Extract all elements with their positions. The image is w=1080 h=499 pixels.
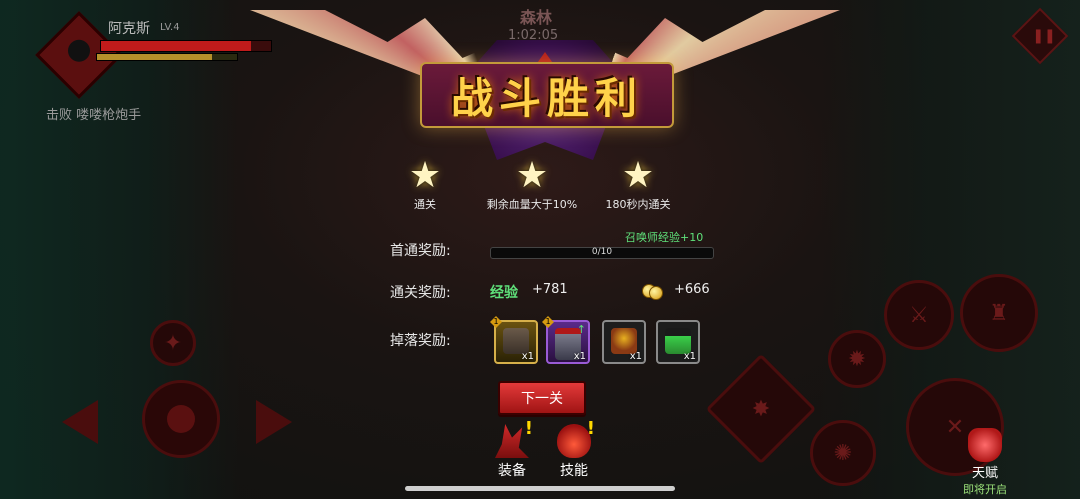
alert-icon: ! — [586, 418, 595, 439]
drop-item-coin-pot[interactable]: x1 — [602, 320, 646, 364]
skill-button-2[interactable]: ♜ — [960, 274, 1038, 352]
joystick-knob[interactable] — [142, 380, 220, 458]
avatar-face-icon — [68, 39, 90, 62]
equipment-button[interactable]: ! 装备 — [482, 418, 542, 480]
energy-bar — [96, 53, 238, 61]
item-level-badge: 1 — [490, 316, 502, 328]
skill-button-6[interactable]: ✹ — [828, 330, 886, 388]
player-name: 阿克斯 — [108, 21, 150, 37]
item-skill-icon: ✦ — [163, 330, 183, 356]
hp-bar — [100, 40, 272, 52]
star-conditions: ★ 通关 ★ 剩余血量大于10% ★ 180秒内通关 — [400, 156, 700, 212]
exp-label: 经验 — [490, 285, 518, 301]
item-skill-button[interactable]: ✦ — [150, 320, 196, 366]
drop-item-potion[interactable]: x1 — [656, 320, 700, 364]
talent-button[interactable]: 天赋 即将开启 — [950, 428, 1020, 497]
item-quantity: x1 — [683, 351, 696, 362]
item-quantity: x1 — [629, 351, 642, 362]
spin-skill-icon: ✺ — [833, 440, 853, 466]
next-level-button[interactable]: 下一关 — [498, 381, 586, 415]
clear-reward-label: 通关奖励: — [390, 285, 451, 301]
first-clear-progress-text: 0/10 — [591, 247, 613, 257]
energy-bar-fill — [97, 54, 212, 60]
item-quantity: x1 — [521, 351, 534, 362]
drop-reward-label: 掉落奖励: — [390, 333, 451, 349]
upgrade-arrow-icon: ↑ — [576, 323, 586, 336]
star-condition-label: 180秒内通关 — [605, 198, 671, 211]
victory-banner: 战斗胜利 — [420, 62, 674, 128]
gold-coin-icon — [642, 282, 663, 300]
skills-icon: ! — [557, 418, 595, 458]
player-level: LV.4 — [160, 22, 180, 33]
talent-icon — [968, 428, 1002, 462]
gold-value: +666 — [674, 282, 710, 297]
star-icon: ★ — [621, 155, 655, 196]
move-right-icon[interactable] — [256, 400, 292, 444]
drop-item-helmet[interactable]: 1 ↑ x1 — [542, 316, 590, 364]
rage-skill-icon: ✸ — [751, 396, 771, 422]
star-condition: ★ 180秒内通关 — [568, 156, 708, 212]
slash-skill-icon: ⚔ — [909, 302, 929, 328]
victory-title: 战斗胜利 — [450, 73, 643, 123]
item-quantity: x1 — [573, 351, 586, 362]
skills-label: 技能 — [560, 463, 588, 479]
talent-label: 天赋 — [971, 466, 998, 481]
skills-button[interactable]: ! 技能 — [544, 418, 604, 480]
equipment-label: 装备 — [498, 463, 526, 479]
first-clear-progress: 0/10 — [490, 247, 714, 259]
drop-item-armor[interactable]: 1 x1 — [490, 316, 538, 364]
alert-icon: ! — [524, 418, 533, 439]
exp-value: +781 — [532, 282, 568, 297]
skill-button-1[interactable]: ⚔ — [884, 280, 954, 350]
defeat-message: 击败 喽喽枪炮手 — [46, 108, 142, 123]
results-panel: ★ 通关 ★ 剩余血量大于10% ★ 180秒内通关 首通奖励: 召唤师经验+1… — [360, 150, 720, 370]
home-indicator[interactable] — [405, 486, 675, 491]
hp-bar-fill — [101, 41, 251, 51]
movement-dpad[interactable] — [62, 380, 292, 458]
first-clear-label: 首通奖励: — [390, 243, 451, 259]
item-level-badge: 1 — [542, 316, 554, 328]
skill-button-4[interactable]: ✺ — [810, 420, 876, 486]
equipment-icon: ! — [495, 418, 533, 458]
fire-skill-icon: ✹ — [847, 346, 867, 372]
summoner-exp-text: 召唤师经验+10 — [625, 231, 704, 244]
talent-status: 即将开启 — [963, 483, 1007, 496]
fist-icon — [968, 428, 1002, 462]
figure-skill-icon: ♜ — [989, 300, 1009, 326]
move-left-icon[interactable] — [62, 400, 98, 444]
